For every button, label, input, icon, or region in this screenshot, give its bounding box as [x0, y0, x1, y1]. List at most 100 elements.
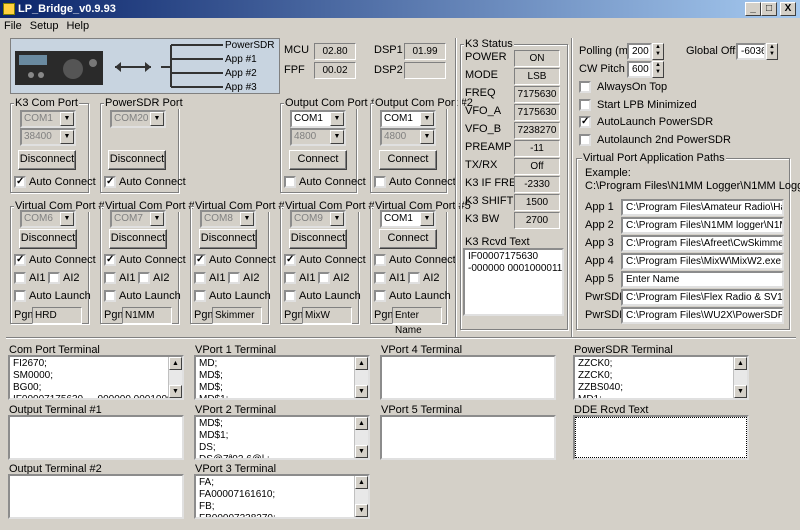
- chevron-down-icon[interactable]: ▼: [420, 130, 434, 144]
- output-1-port-select[interactable]: COM1 ▼: [290, 110, 346, 128]
- chevron-down-icon[interactable]: ▼: [60, 212, 74, 226]
- scroll-up-icon[interactable]: ▲: [355, 357, 368, 370]
- chevron-down-icon[interactable]: ▼: [330, 212, 344, 226]
- scrollbar[interactable]: ▲ ▼: [354, 357, 368, 398]
- k3-disconnect-button[interactable]: Disconnect: [18, 150, 76, 170]
- path-input[interactable]: C:\Program Files\Amateur Radio\Ham Radio: [621, 199, 784, 216]
- output-2-terminal[interactable]: [8, 474, 184, 519]
- output-1-baud-select[interactable]: 4800 ▼: [290, 128, 346, 146]
- path-input[interactable]: Enter Name: [621, 271, 784, 288]
- polling-input[interactable]: 200: [627, 43, 652, 60]
- scrollbar[interactable]: ▲ ▼: [168, 357, 182, 398]
- virtual-port-2-ai1-checkbox[interactable]: [104, 272, 116, 284]
- virtual-port-1-auto-launch-checkbox[interactable]: [14, 290, 26, 302]
- minimize-button[interactable]: _: [745, 2, 761, 16]
- virtual-port-4-ai1-checkbox[interactable]: [284, 272, 296, 284]
- option-checkbox[interactable]: [579, 134, 591, 146]
- option-checkbox[interactable]: [579, 81, 591, 93]
- cw-pitch-spinner[interactable]: ▲ ▼: [652, 61, 664, 78]
- scroll-down-icon[interactable]: ▼: [355, 445, 368, 458]
- global-offset-spinner[interactable]: ▲ ▼: [766, 43, 778, 60]
- powersdr-disconnect-button[interactable]: Disconnect: [108, 150, 166, 170]
- virtual-port-1-ai1-checkbox[interactable]: [14, 272, 26, 284]
- chevron-down-icon[interactable]: ▼: [420, 212, 434, 226]
- chevron-down-icon[interactable]: ▼: [330, 112, 344, 126]
- vport-3-terminal[interactable]: FA; FA00007161610; FB; FB00007238270; ▲ ▼: [194, 474, 370, 519]
- scrollbar[interactable]: ▲ ▼: [354, 417, 368, 458]
- powersdr-auto-connect-checkbox[interactable]: ✓: [104, 176, 116, 188]
- k3-rcvd-text[interactable]: IF00007175630 -000000 0001000011 ;: [463, 248, 564, 316]
- output-1-terminal[interactable]: [8, 415, 184, 460]
- chevron-down-icon[interactable]: ▼: [150, 212, 164, 226]
- chevron-down-icon[interactable]: ▼: [240, 212, 254, 226]
- vport-2-terminal[interactable]: MD$; MD$1; DS; DS@7ª02,6@l ; ▲ ▼: [194, 415, 370, 460]
- path-input[interactable]: C:\Program Files\Afreet\CwSkimmer\CwSki: [621, 235, 784, 252]
- polling-spinner[interactable]: ▲ ▼: [652, 43, 664, 60]
- virtual-port-4-pgm-name[interactable]: MixW: [302, 307, 352, 324]
- virtual-port-2-auto-launch-checkbox[interactable]: [104, 290, 116, 302]
- close-button[interactable]: X: [780, 2, 796, 16]
- chevron-down-icon[interactable]: ▼: [60, 112, 74, 126]
- chevron-down-icon[interactable]: ▼: [330, 130, 344, 144]
- vport-1-terminal[interactable]: MD; MD$; MD$; MD$1; ▲ ▼: [194, 355, 370, 400]
- chevron-down-icon[interactable]: ▼: [60, 130, 74, 144]
- virtual-port-4-auto-launch-checkbox[interactable]: [284, 290, 296, 302]
- option-checkbox[interactable]: ✓: [579, 116, 591, 128]
- virtual-port-5-connect-button[interactable]: Connect: [379, 229, 437, 249]
- scroll-down-icon[interactable]: ▼: [734, 385, 747, 398]
- k3-port-select[interactable]: COM1 ▼: [20, 110, 76, 128]
- output-1-auto-connect-checkbox[interactable]: [284, 176, 296, 188]
- virtual-port-1-select[interactable]: COM6 ▼: [20, 210, 76, 228]
- virtual-port-2-auto-connect-checkbox[interactable]: ✓: [104, 254, 116, 266]
- virtual-port-3-auto-connect-checkbox[interactable]: ✓: [194, 254, 206, 266]
- global-offset-input[interactable]: -6036: [736, 43, 766, 60]
- scroll-down-icon[interactable]: ▼: [355, 504, 368, 517]
- menu-help[interactable]: Help: [62, 20, 93, 32]
- virtual-port-3-pgm-name[interactable]: Skimmer: [212, 307, 262, 324]
- virtual-port-5-auto-launch-checkbox[interactable]: [374, 290, 386, 302]
- scroll-down-icon[interactable]: ▼: [355, 385, 368, 398]
- chevron-down-icon[interactable]: ▼: [420, 112, 434, 126]
- output-2-connect-button[interactable]: Connect: [379, 150, 437, 170]
- vport-4-terminal[interactable]: [380, 355, 556, 400]
- vport-5-terminal[interactable]: [380, 415, 556, 460]
- virtual-port-1-auto-connect-checkbox[interactable]: ✓: [14, 254, 26, 266]
- powersdr-terminal[interactable]: ZZCK0; ZZCK0; ZZBS040; MD1; ▲ ▼: [573, 355, 749, 400]
- option-checkbox[interactable]: [579, 99, 591, 111]
- path-input[interactable]: C:\Program Files\WU2X\PowerSDR-IF Stag: [621, 307, 784, 324]
- virtual-port-5-ai1-checkbox[interactable]: [374, 272, 386, 284]
- output-2-auto-connect-checkbox[interactable]: [374, 176, 386, 188]
- virtual-port-1-ai2-checkbox[interactable]: [48, 272, 60, 284]
- virtual-port-5-pgm-name[interactable]: Enter Name: [392, 307, 442, 336]
- dde-rcvd-text[interactable]: [573, 415, 749, 460]
- virtual-port-4-ai2-checkbox[interactable]: [318, 272, 330, 284]
- k3-auto-connect-checkbox[interactable]: ✓: [14, 176, 26, 188]
- virtual-port-4-auto-connect-checkbox[interactable]: ✓: [284, 254, 296, 266]
- virtual-port-2-disconnect-button[interactable]: Disconnect: [109, 229, 167, 249]
- powersdr-port-select[interactable]: COM20 ▼: [110, 110, 166, 128]
- virtual-port-4-disconnect-button[interactable]: Disconnect: [289, 229, 347, 249]
- path-input[interactable]: C:\Program Files\N1MM logger\N1MM Logg: [621, 217, 784, 234]
- scroll-up-icon[interactable]: ▲: [355, 476, 368, 489]
- output-1-connect-button[interactable]: Connect: [289, 150, 347, 170]
- scroll-down-icon[interactable]: ▼: [169, 385, 182, 398]
- virtual-port-2-pgm-name[interactable]: N1MM: [122, 307, 172, 324]
- output-2-baud-select[interactable]: 4800 ▼: [380, 128, 436, 146]
- menu-setup[interactable]: Setup: [26, 20, 63, 32]
- virtual-port-5-select[interactable]: COM1 ▼: [380, 210, 436, 228]
- maximize-button[interactable]: □: [761, 2, 777, 16]
- virtual-port-3-ai2-checkbox[interactable]: [228, 272, 240, 284]
- output-2-port-select[interactable]: COM1 ▼: [380, 110, 436, 128]
- virtual-port-2-select[interactable]: COM7 ▼: [110, 210, 166, 228]
- virtual-port-5-auto-connect-checkbox[interactable]: [374, 254, 386, 266]
- path-input[interactable]: C:\Program Files\Flex Radio & SV1EIA\Pow: [621, 289, 784, 306]
- cw-pitch-input[interactable]: 600: [627, 61, 652, 78]
- com-port-terminal[interactable]: FI2670; SM0000; BG00; IF00007175630 -000…: [8, 355, 184, 400]
- virtual-port-3-ai1-checkbox[interactable]: [194, 272, 206, 284]
- virtual-port-3-auto-launch-checkbox[interactable]: [194, 290, 206, 302]
- path-input[interactable]: C:\Program Files\MixW\MixW2.exe: [621, 253, 784, 270]
- virtual-port-4-select[interactable]: COM9 ▼: [290, 210, 346, 228]
- scrollbar[interactable]: ▲ ▼: [733, 357, 747, 398]
- virtual-port-2-ai2-checkbox[interactable]: [138, 272, 150, 284]
- virtual-port-1-pgm-name[interactable]: HRD: [32, 307, 82, 324]
